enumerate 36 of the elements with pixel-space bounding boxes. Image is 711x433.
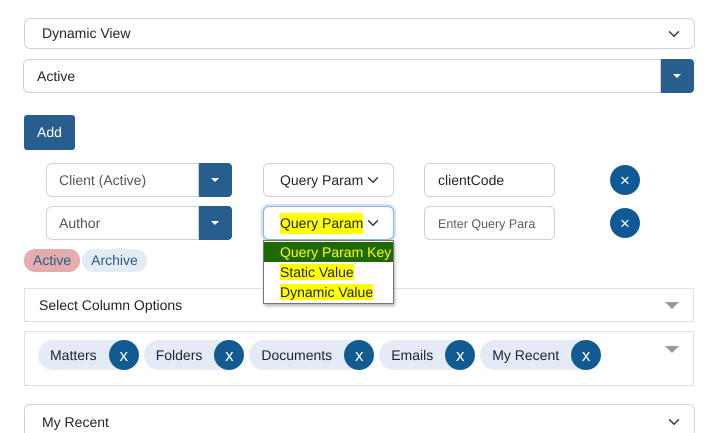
caret-icon <box>673 74 681 78</box>
tag-label: Emails <box>391 346 434 364</box>
view-select[interactable]: Dynamic View <box>24 18 695 49</box>
dropdown-option[interactable]: Static Value <box>264 262 393 282</box>
add-button[interactable]: Add <box>24 115 75 150</box>
toggle-pill[interactable]: Active <box>24 249 80 272</box>
tag-label: Folders <box>156 346 202 364</box>
remove-button[interactable]: x <box>108 340 139 370</box>
caret-icon <box>211 178 219 182</box>
remove-button[interactable]: x <box>344 340 374 370</box>
source-select[interactable]: Query Param <box>263 206 394 240</box>
remove-button[interactable]: x <box>571 340 602 370</box>
status-field[interactable]: Active <box>23 59 661 93</box>
field-input[interactable]: Author <box>46 206 199 240</box>
tag-label: Documents <box>261 346 332 364</box>
toggle-pill[interactable]: Archive <box>82 249 147 272</box>
remove-button[interactable]: x <box>445 340 476 370</box>
tags-field[interactable]: Matters x Folders x Documents x Emails x My Recent x <box>24 331 694 386</box>
tag-label: My Recent <box>492 346 560 365</box>
field-input[interactable]: Client (Active) <box>46 163 199 197</box>
caret-icon <box>211 221 219 225</box>
dropdown-button[interactable] <box>198 163 232 197</box>
view-select[interactable]: My Recent <box>24 404 695 433</box>
remove-button[interactable]: × <box>610 208 640 238</box>
dropdown-option[interactable]: Query Param Key <box>264 242 393 262</box>
caret-icon <box>665 302 679 308</box>
select-placeholder: Select Column Options <box>39 296 182 315</box>
dropdown-button[interactable] <box>660 59 694 93</box>
caret-icon <box>665 346 679 353</box>
remove-button[interactable]: x <box>214 340 244 370</box>
tag-label: Matters <box>50 346 97 364</box>
value-input[interactable]: Enter Query Para <box>424 206 555 240</box>
value-input[interactable]: clientCode <box>424 163 555 197</box>
dropdown-button[interactable] <box>198 206 232 240</box>
remove-button[interactable]: × <box>610 165 640 195</box>
source-select[interactable]: Query Param <box>263 163 394 197</box>
